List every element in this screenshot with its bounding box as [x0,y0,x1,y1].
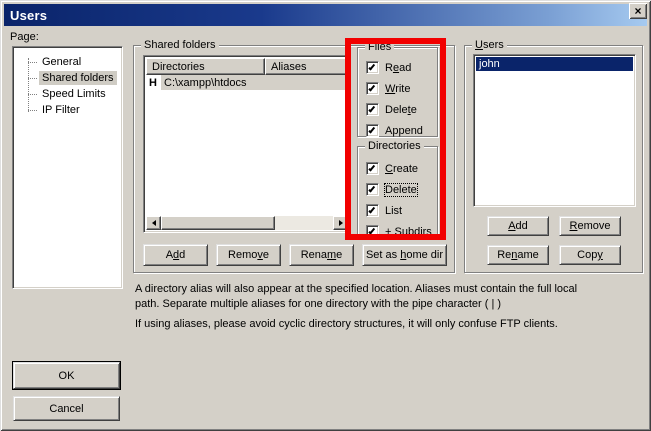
delete-file-label: Delete [385,104,417,116]
directories-listview[interactable]: Directories Aliases H C:\xampp\htdocs [143,55,351,233]
read-label: Read [385,62,411,74]
page-label: Page: [10,31,39,43]
column-header-aliases[interactable]: Aliases [265,58,348,75]
copy-user-button[interactable]: Copy [559,245,621,265]
remove-user-button[interactable]: Remove [559,216,621,236]
close-icon: × [634,5,641,17]
add-directory-button[interactable]: Add [143,244,208,266]
subdirs-checkbox-row: + Subdirs [366,225,432,238]
subdirs-checkbox[interactable] [366,225,379,238]
append-checkbox-row: Append [366,124,423,137]
page-item-general[interactable]: General [15,54,120,70]
read-checkbox-row: Read [366,61,411,74]
users-dialog: Users × Page: General Shared folders Spe… [0,0,651,431]
files-group-label: Files [365,41,394,53]
scroll-right-button[interactable] [333,216,348,230]
page-item-speed-limits[interactable]: Speed Limits [15,86,120,102]
users-group-label: Users [472,39,507,51]
files-permissions-group: Files Read Write Delete Append [357,47,438,137]
check-icon [368,84,375,91]
check-icon [368,164,375,171]
shared-folder-buttons: Add Remove Rename Set as home dir [143,244,447,266]
scroll-right-icon [339,220,343,226]
delete-dir-checkbox[interactable] [366,183,379,196]
delete-dir-label: Delete [385,184,417,196]
user-name: john [479,58,500,70]
create-checkbox[interactable] [366,162,379,175]
read-checkbox[interactable] [366,61,379,74]
subdirs-label: + Subdirs [385,226,432,238]
list-label: List [385,205,402,217]
check-icon [368,227,375,234]
directory-row[interactable]: H C:\xampp\htdocs [146,75,348,90]
page-tree: General Shared folders Speed Limits IP F… [15,54,120,118]
rename-user-button[interactable]: Rename [487,245,549,265]
remove-directory-button[interactable]: Remove [216,244,281,266]
check-icon [368,63,375,70]
write-label: Write [385,83,410,95]
write-checkbox[interactable] [366,82,379,95]
scroll-left-button[interactable] [146,216,161,230]
users-group: Users john Add Remove Rename Copy [464,45,643,273]
page-listbox[interactable]: General Shared folders Speed Limits IP F… [12,46,123,289]
scroll-left-icon [152,220,156,226]
help-line: A directory alias will also appear at th… [135,283,651,298]
help-line: path. Separate multiple aliases for one … [135,298,651,313]
help-line: If using aliases, please avoid cyclic di… [135,318,651,333]
title-bar[interactable]: Users [4,4,647,26]
delete-dir-checkbox-row: Delete [366,183,417,196]
list-checkbox-row: List [366,204,402,217]
directories-permissions-group: Directories Create Delete List + Subdirs [357,146,438,238]
delete-file-checkbox-row: Delete [366,103,417,116]
check-icon [368,126,375,133]
check-icon [368,105,375,112]
cancel-button[interactable]: Cancel [13,396,120,421]
shared-folders-group-label: Shared folders [141,39,219,51]
alias-help-text: A directory alias will also appear at th… [135,283,651,333]
page-item-shared-folders[interactable]: Shared folders [15,70,120,86]
append-checkbox[interactable] [366,124,379,137]
ok-button[interactable]: OK [13,362,120,389]
directories-group-label: Directories [365,140,424,152]
listview-header: Directories Aliases [146,58,348,75]
horizontal-scrollbar[interactable] [146,216,348,230]
home-flag: H [146,77,161,89]
append-label: Append [385,125,423,137]
scrollbar-thumb[interactable] [161,216,275,230]
scrollbar-track[interactable] [275,216,333,230]
users-listbox[interactable]: john [473,54,636,207]
page-item-ip-filter[interactable]: IP Filter [15,102,120,118]
window-title: Users [10,8,47,23]
set-as-home-dir-button[interactable]: Set as home dir [362,244,447,266]
write-checkbox-row: Write [366,82,410,95]
create-checkbox-row: Create [366,162,418,175]
add-user-button[interactable]: Add [487,216,549,236]
delete-file-checkbox[interactable] [366,103,379,116]
column-header-directories[interactable]: Directories [146,58,265,75]
user-row-john[interactable]: john [476,57,633,71]
list-checkbox[interactable] [366,204,379,217]
directory-path: C:\xampp\htdocs [161,75,348,90]
create-label: Create [385,163,418,175]
rename-directory-button[interactable]: Rename [289,244,354,266]
user-buttons: Add Remove Rename Copy [487,216,621,265]
check-icon [368,206,375,213]
close-button[interactable]: × [629,3,647,19]
check-icon [368,185,375,192]
